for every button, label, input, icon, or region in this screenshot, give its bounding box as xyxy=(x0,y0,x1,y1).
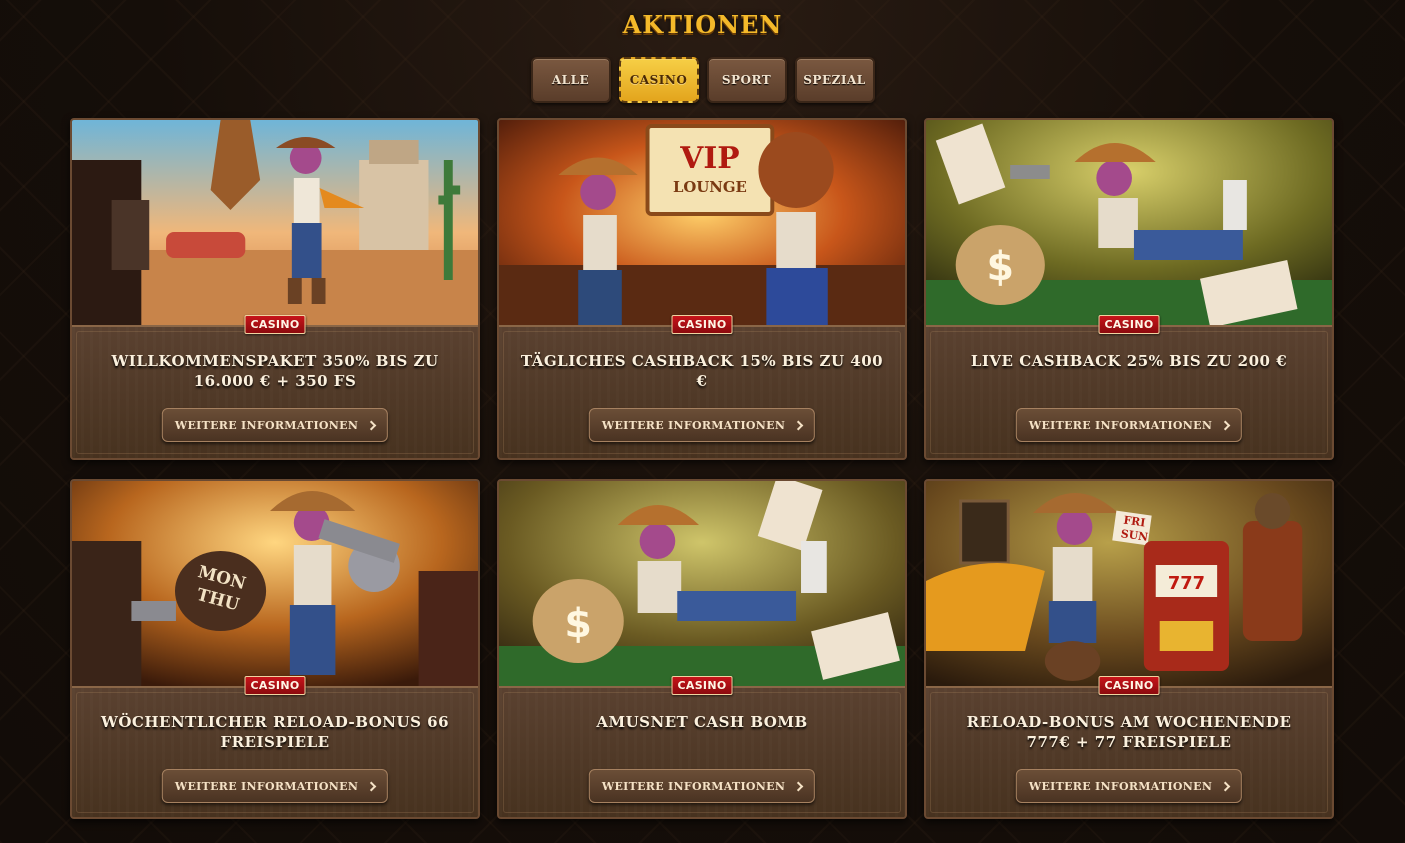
category-badge: CASINO xyxy=(244,315,306,334)
svg-text:$: $ xyxy=(564,601,592,647)
promotion-image-saloon-gunfight[interactable]: MON THU xyxy=(72,481,478,686)
chevron-right-icon xyxy=(793,781,804,791)
svg-text:$: $ xyxy=(986,244,1014,290)
promotion-title: LIVE CASHBACK 25% BIS ZU 200 € xyxy=(970,352,1288,370)
filter-tabs: ALLE CASINO SPORT SPEZIAL xyxy=(0,57,1405,103)
more-info-label: WEITERE INFORMATIONEN xyxy=(174,418,359,432)
more-info-button[interactable]: WEITERE INFORMATIONEN xyxy=(588,408,816,442)
category-badge: CASINO xyxy=(1098,315,1160,334)
chevron-right-icon xyxy=(366,781,377,791)
promotion-card[interactable]: MON THU CASINO WÖCHENTLICHER RELOAD-BONU… xyxy=(70,479,480,819)
chevron-right-icon xyxy=(366,420,377,430)
more-info-label: WEITERE INFORMATIONEN xyxy=(1028,418,1213,432)
promotion-image-poker-table[interactable]: $ xyxy=(499,481,905,686)
promotion-card[interactable]: $ CASINO LIVE CASHBACK 25% BIS ZU 200 € … xyxy=(924,118,1334,460)
more-info-label: WEITERE INFORMATIONEN xyxy=(601,779,786,793)
more-info-button[interactable]: WEITERE INFORMATIONEN xyxy=(588,769,816,803)
vip-sign-text: VIP xyxy=(679,141,739,176)
promotion-card-body: CASINO TÄGLICHES CASHBACK 15% BIS ZU 400… xyxy=(499,315,905,458)
promotion-title: TÄGLICHES CASHBACK 15% BIS ZU 400 € xyxy=(520,352,884,390)
promotion-card[interactable]: VIP LOUNGE CASINO TÄGLICHES CASHBACK 15%… xyxy=(497,118,907,460)
more-info-label: WEITERE INFORMATIONEN xyxy=(1028,779,1213,793)
svg-text:777: 777 xyxy=(1168,573,1205,594)
promotion-title: WILLKOMMENSPAKET 350% BIS ZU 16.000 € + … xyxy=(111,352,439,390)
more-info-button[interactable]: WEITERE INFORMATIONEN xyxy=(161,769,389,803)
promotion-card-body: CASINO WILLKOMMENSPAKET 350% BIS ZU 16.0… xyxy=(72,315,478,458)
more-info-label: WEITERE INFORMATIONEN xyxy=(601,418,786,432)
filter-tab-alle[interactable]: ALLE xyxy=(530,57,611,103)
promotions-grid: CASINO WILLKOMMENSPAKET 350% BIS ZU 16.0… xyxy=(70,118,1335,819)
promotion-card[interactable]: $ CASINO AMUSNET CASH BOMB WEITERE INFOR… xyxy=(497,479,907,819)
more-info-label: WEITERE INFORMATIONEN xyxy=(174,779,359,793)
chevron-right-icon xyxy=(1220,781,1231,791)
page-title: AKTIONEN xyxy=(622,10,783,39)
promotion-image-vip-lounge[interactable]: VIP LOUNGE xyxy=(499,120,905,325)
promotion-image-poker-table[interactable]: $ xyxy=(926,120,1332,325)
more-info-button[interactable]: WEITERE INFORMATIONEN xyxy=(1015,408,1243,442)
promotion-title: AMUSNET CASH BOMB xyxy=(596,713,808,731)
filter-tab-sport[interactable]: SPORT xyxy=(706,57,787,103)
more-info-button[interactable]: WEITERE INFORMATIONEN xyxy=(1015,769,1243,803)
promotion-card[interactable]: CASINO WILLKOMMENSPAKET 350% BIS ZU 16.0… xyxy=(70,118,480,460)
promotion-card-body: CASINO WÖCHENTLICHER RELOAD-BONUS 66 FRE… xyxy=(72,676,478,817)
promotion-image-slot-machine[interactable]: FRI SUN 777 xyxy=(926,481,1332,686)
promotion-image-desert[interactable] xyxy=(72,120,478,325)
promotion-title: RELOAD-BONUS AM WOCHENENDE 777€ + 77 FRE… xyxy=(966,713,1292,751)
category-badge: CASINO xyxy=(1098,676,1160,695)
chevron-right-icon xyxy=(793,420,804,430)
promotion-card-body: CASINO AMUSNET CASH BOMB WEITERE INFORMA… xyxy=(499,676,905,817)
vip-sign-subtext: LOUNGE xyxy=(673,178,747,196)
filter-tab-spezial[interactable]: SPEZIAL xyxy=(794,57,875,103)
promotion-title: WÖCHENTLICHER RELOAD-BONUS 66 FREISPIELE xyxy=(100,713,450,751)
promotion-card[interactable]: FRI SUN 777 CASINO RELOAD-BONUS AM WOCHE… xyxy=(924,479,1334,819)
category-badge: CASINO xyxy=(244,676,306,695)
chevron-right-icon xyxy=(1220,420,1231,430)
category-badge: CASINO xyxy=(671,315,733,334)
promotion-card-body: CASINO LIVE CASHBACK 25% BIS ZU 200 € WE… xyxy=(926,315,1332,458)
filter-tab-casino[interactable]: CASINO xyxy=(618,57,699,103)
promotion-card-body: CASINO RELOAD-BONUS AM WOCHENENDE 777€ +… xyxy=(926,676,1332,817)
more-info-button[interactable]: WEITERE INFORMATIONEN xyxy=(161,408,389,442)
category-badge: CASINO xyxy=(671,676,733,695)
